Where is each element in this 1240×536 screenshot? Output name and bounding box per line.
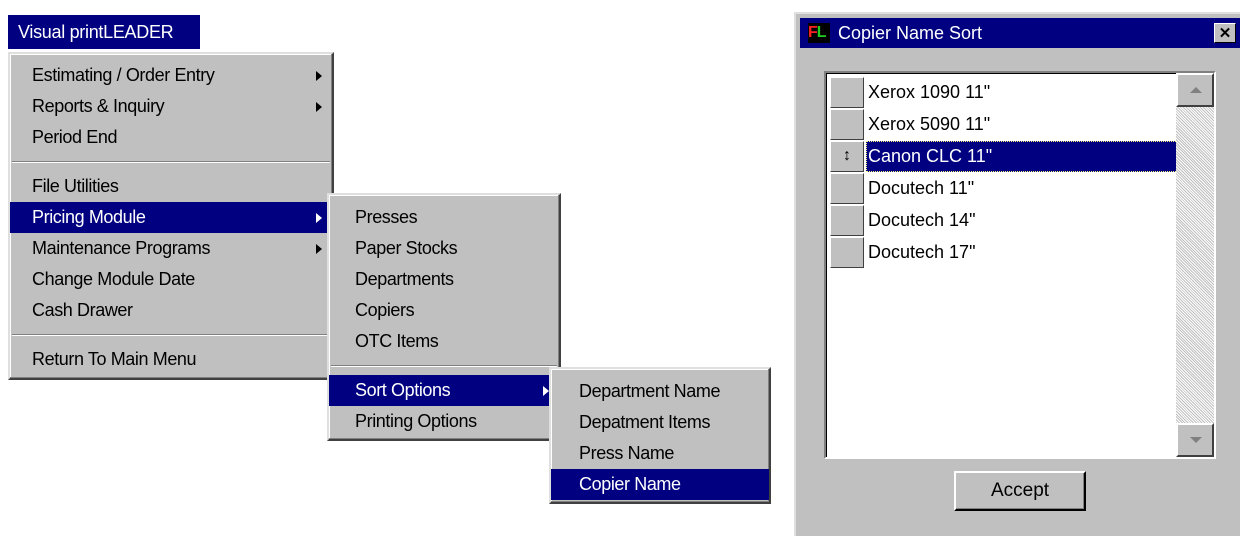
- arrow-up-icon: [1190, 87, 1202, 93]
- menu-item-department-name[interactable]: Department Name: [551, 376, 769, 407]
- menu-item-sort-options[interactable]: Sort Options: [329, 375, 559, 406]
- submenu-arrow-icon: [316, 244, 322, 254]
- drag-handle[interactable]: [830, 77, 864, 108]
- menu-item-label: Paper Stocks: [355, 238, 458, 258]
- list-item-selected[interactable]: ↕ Canon CLC 11": [830, 141, 1182, 173]
- menu-item-label: Estimating / Order Entry: [32, 65, 215, 85]
- menu-item-label: Depatment Items: [579, 412, 711, 432]
- menu-item-label: Presses: [355, 207, 418, 227]
- dialog-titlebar[interactable]: FL Copier Name Sort ✕: [800, 18, 1240, 48]
- menu-item-pricing-module[interactable]: Pricing Module: [10, 202, 332, 233]
- app-menu-title[interactable]: Visual printLEADER: [8, 15, 200, 49]
- main-menu: Estimating / Order Entry Reports & Inqui…: [8, 52, 334, 380]
- copier-listbox[interactable]: Xerox 1090 11" Xerox 5090 11" ↕ Canon CL…: [824, 71, 1216, 459]
- menu-item-label: Period End: [32, 127, 118, 147]
- list-item[interactable]: Xerox 1090 11": [830, 77, 1182, 109]
- drag-handle[interactable]: [830, 205, 864, 236]
- list-item[interactable]: Docutech 14": [830, 205, 1182, 237]
- drag-handle[interactable]: [830, 173, 864, 204]
- drag-handle-icon[interactable]: ↕: [830, 141, 864, 172]
- list-item-label: Docutech 14": [868, 210, 976, 230]
- menu-item-label: Press Name: [579, 443, 675, 463]
- pricing-submenu: Presses Paper Stocks Departments Copiers…: [327, 193, 561, 441]
- menu-item-change-date[interactable]: Change Module Date: [10, 264, 332, 295]
- arrow-down-icon: [1190, 437, 1202, 443]
- menu-item-label: Reports & Inquiry: [32, 96, 165, 116]
- list-item-label: Xerox 5090 11": [868, 114, 991, 134]
- menu-item-label: Copiers: [355, 300, 415, 320]
- list-item-label: Xerox 1090 11": [868, 82, 991, 102]
- dialog-title: Copier Name Sort: [838, 23, 983, 43]
- list-item-label: Canon CLC 11": [866, 141, 1178, 172]
- menu-item-file-utilities[interactable]: File Utilities: [10, 171, 332, 202]
- app-logo-icon: FL: [808, 23, 830, 43]
- menu-item-label: File Utilities: [32, 176, 119, 196]
- menu-item-printing-options[interactable]: Printing Options: [329, 406, 559, 437]
- menu-item-copiers[interactable]: Copiers: [329, 295, 559, 326]
- menu-item-otc-items[interactable]: OTC Items: [329, 326, 559, 357]
- vertical-scrollbar[interactable]: [1176, 73, 1214, 457]
- menu-separator: [12, 334, 330, 336]
- menu-item-cash-drawer[interactable]: Cash Drawer: [10, 295, 332, 326]
- drag-handle[interactable]: [830, 237, 864, 268]
- sort-submenu: Department Name Depatment Items Press Na…: [549, 367, 771, 504]
- submenu-arrow-icon: [316, 71, 322, 81]
- menu-separator: [331, 365, 557, 367]
- menu-item-label: Sort Options: [355, 380, 451, 400]
- menu-item-paper-stocks[interactable]: Paper Stocks: [329, 233, 559, 264]
- list-item-label: Docutech 11": [868, 178, 975, 198]
- menu-item-press-name[interactable]: Press Name: [551, 438, 769, 469]
- menu-item-label: Pricing Module: [32, 207, 146, 227]
- menu-item-label: Department Name: [579, 381, 721, 401]
- menu-item-label: Printing Options: [355, 411, 477, 431]
- menu-item-label: Change Module Date: [32, 269, 195, 289]
- menu-item-return-main[interactable]: Return To Main Menu: [10, 344, 332, 375]
- menu-item-label: Return To Main Menu: [32, 349, 197, 369]
- menu-item-department-items[interactable]: Depatment Items: [551, 407, 769, 438]
- menu-item-presses[interactable]: Presses: [329, 202, 559, 233]
- menu-item-period-end[interactable]: Period End: [10, 122, 332, 153]
- list-item-label: Docutech 17": [868, 242, 976, 262]
- submenu-arrow-icon: [316, 213, 322, 223]
- scroll-down-button[interactable]: [1176, 423, 1214, 457]
- menu-item-label: Maintenance Programs: [32, 238, 211, 258]
- menu-item-estimating[interactable]: Estimating / Order Entry: [10, 60, 332, 91]
- close-icon[interactable]: ✕: [1214, 23, 1236, 43]
- menu-item-copier-name[interactable]: Copier Name: [551, 469, 769, 500]
- menu-item-label: Copier Name: [579, 474, 681, 494]
- menu-separator: [12, 161, 330, 163]
- menu-item-label: Departments: [355, 269, 454, 289]
- list-item[interactable]: Docutech 17": [830, 237, 1182, 269]
- scroll-up-button[interactable]: [1176, 73, 1214, 107]
- copier-sort-dialog: FL Copier Name Sort ✕ Xerox 1090 11" Xer…: [794, 12, 1240, 536]
- menu-item-maintenance[interactable]: Maintenance Programs: [10, 233, 332, 264]
- menu-item-label: Cash Drawer: [32, 300, 133, 320]
- logo-letter-f: F: [808, 24, 818, 41]
- list-item[interactable]: Xerox 5090 11": [830, 109, 1182, 141]
- list-item[interactable]: Docutech 11": [830, 173, 1182, 205]
- accept-button[interactable]: Accept: [954, 471, 1086, 511]
- logo-letter-l: L: [816, 24, 827, 41]
- drag-handle[interactable]: [830, 109, 864, 140]
- submenu-arrow-icon: [316, 102, 322, 112]
- menu-item-label: OTC Items: [355, 331, 439, 351]
- menu-item-reports[interactable]: Reports & Inquiry: [10, 91, 332, 122]
- menu-item-departments[interactable]: Departments: [329, 264, 559, 295]
